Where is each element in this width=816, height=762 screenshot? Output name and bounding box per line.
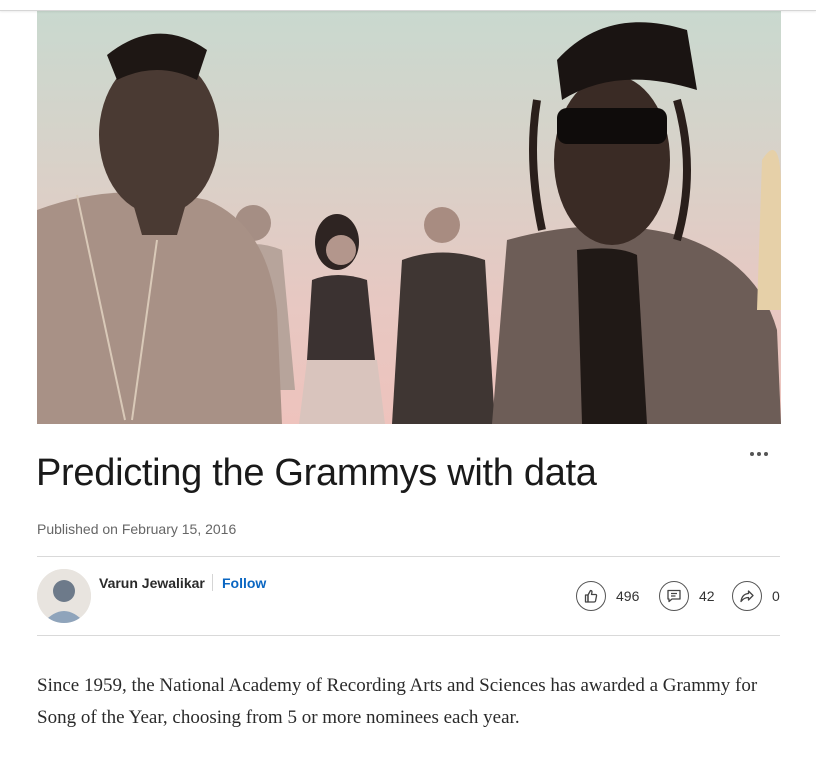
like-group: 496 [576, 580, 639, 612]
like-button[interactable] [576, 581, 606, 611]
author-separator [212, 574, 213, 591]
like-count: 496 [616, 588, 640, 604]
follow-button[interactable]: Follow [222, 575, 266, 591]
comment-count: 42 [699, 588, 715, 604]
more-options-button[interactable] [744, 444, 774, 464]
divider-bottom [37, 635, 780, 636]
background-figure-woman [299, 214, 385, 424]
article-title: Predicting the Grammys with data [36, 452, 597, 494]
share-group: 0 [732, 580, 780, 612]
edge-figure-right [757, 150, 781, 310]
top-navigation-bar [0, 0, 816, 11]
more-dot [757, 452, 761, 456]
foreground-figure-left [37, 33, 282, 424]
foreground-figure-right [492, 22, 781, 424]
share-icon [740, 590, 754, 603]
more-options-icon [750, 452, 754, 456]
share-button[interactable] [732, 581, 762, 611]
article-body-paragraph: Since 1959, the National Academy of Reco… [37, 675, 758, 728]
article-cover-image [37, 10, 781, 424]
divider-top [37, 556, 780, 557]
more-dot [764, 452, 768, 456]
comment-group: 42 [659, 580, 715, 612]
thumbs-up-icon [584, 589, 598, 603]
published-date: Published on February 15, 2016 [37, 521, 237, 537]
comment-icon [667, 589, 681, 603]
comment-button[interactable] [659, 581, 689, 611]
share-count: 0 [772, 588, 780, 604]
author-name[interactable]: Varun Jewalikar [99, 575, 205, 591]
author-avatar[interactable] [37, 569, 91, 623]
background-figure-man [392, 207, 495, 424]
